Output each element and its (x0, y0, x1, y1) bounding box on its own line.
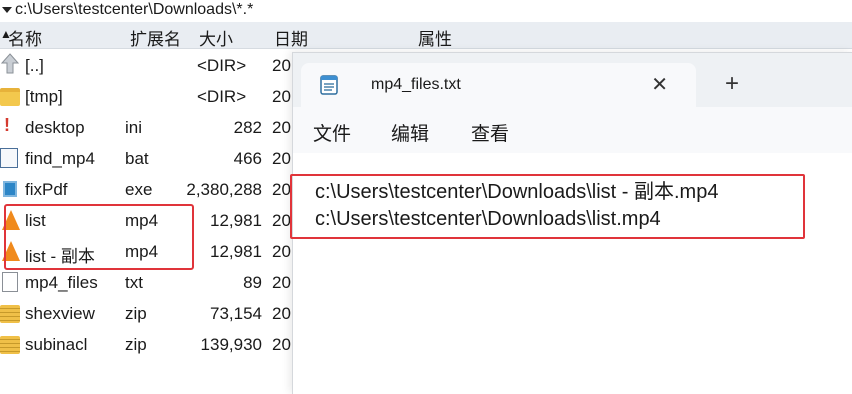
warning-icon: ! (4, 115, 10, 135)
highlight-box-mp4-files (4, 204, 194, 270)
menu-edit[interactable]: 编辑 (391, 119, 429, 146)
file-row[interactable]: find_mp4 bat 466 20 (0, 143, 300, 174)
file-size: 139,930 (200, 335, 262, 354)
file-extension: zip (125, 304, 147, 323)
file-row[interactable]: fixPdf exe 2,380,288 20 (0, 174, 300, 205)
file-name: shexview (25, 304, 95, 323)
file-row[interactable]: mp4_files txt 89 20 (0, 267, 300, 298)
file-date: 20 (272, 335, 291, 354)
file-date: 20 (272, 242, 291, 261)
current-path: c:\Users\testcenter\Downloads\*.* (15, 1, 254, 18)
column-date[interactable]: 日期 (274, 25, 308, 50)
up-icon (0, 53, 20, 74)
file-row[interactable]: ! desktop ini 282 20 (0, 112, 300, 143)
file-row[interactable]: subinacl zip 139,930 20 (0, 329, 300, 360)
file-name: [..] (25, 56, 44, 75)
file-size: 12,981 (210, 211, 262, 230)
file-date: 20 (272, 273, 291, 292)
tab-title: mp4_files.txt (371, 76, 461, 93)
menu-bar: 文件 编辑 查看 (293, 111, 852, 151)
file-size: 282 (233, 118, 262, 137)
tab-mp4-files[interactable]: mp4_files.txt ✕ (301, 63, 696, 107)
file-date: 20 (272, 118, 291, 137)
file-row[interactable]: [tmp] <DIR> 20 (0, 81, 300, 112)
folder-icon (0, 88, 20, 106)
batch-file-icon (0, 148, 18, 168)
column-name[interactable]: 名称 (8, 25, 42, 50)
file-size: <DIR> (197, 56, 247, 75)
file-extension: exe (125, 180, 153, 199)
file-name: desktop (25, 118, 85, 137)
file-size: 89 (243, 273, 262, 292)
dropdown-arrow-icon[interactable] (2, 7, 12, 13)
file-date: 20 (272, 87, 291, 106)
close-tab-icon[interactable]: ✕ (651, 72, 668, 97)
file-size: 466 (233, 149, 262, 168)
menu-view[interactable]: 查看 (471, 119, 509, 146)
file-size: 73,154 (210, 304, 262, 323)
file-date: 20 (272, 56, 291, 75)
zip-icon (0, 336, 20, 354)
file-name: find_mp4 (25, 149, 95, 168)
file-extension: ini (125, 118, 143, 137)
file-size: 2,380,288 (186, 180, 262, 199)
file-date: 20 (272, 304, 291, 323)
file-name: subinacl (25, 335, 88, 354)
text-file-icon (2, 272, 18, 292)
tab-bar: mp4_files.txt ✕ + (293, 53, 852, 107)
notepad-icon (319, 73, 339, 95)
file-extension: bat (125, 149, 149, 168)
column-size[interactable]: 大小 (199, 25, 233, 50)
path-bar[interactable]: c:\Users\testcenter\Downloads\*.* (0, 0, 852, 20)
file-name: fixPdf (25, 180, 68, 199)
file-extension: zip (125, 335, 147, 354)
exe-icon (3, 181, 17, 197)
column-attributes[interactable]: 属性 (418, 25, 452, 50)
highlight-box-text-content (290, 174, 805, 239)
file-row[interactable]: [..] <DIR> 20 (0, 50, 300, 81)
file-date: 20 (272, 149, 291, 168)
file-date: 20 (272, 211, 291, 230)
file-row[interactable]: shexview zip 73,154 20 (0, 298, 300, 329)
column-header: ▲ 名称 扩展名 大小 日期 属性 (0, 22, 852, 49)
menu-file[interactable]: 文件 (313, 119, 351, 146)
file-extension: txt (125, 273, 143, 292)
file-size: 12,981 (210, 242, 262, 261)
file-date: 20 (272, 180, 291, 199)
zip-icon (0, 305, 20, 323)
column-extension[interactable]: 扩展名 (130, 25, 181, 50)
file-size: <DIR> (197, 87, 247, 106)
file-name: [tmp] (25, 87, 63, 106)
new-tab-button[interactable]: + (725, 72, 739, 96)
file-name: mp4_files (25, 273, 98, 292)
